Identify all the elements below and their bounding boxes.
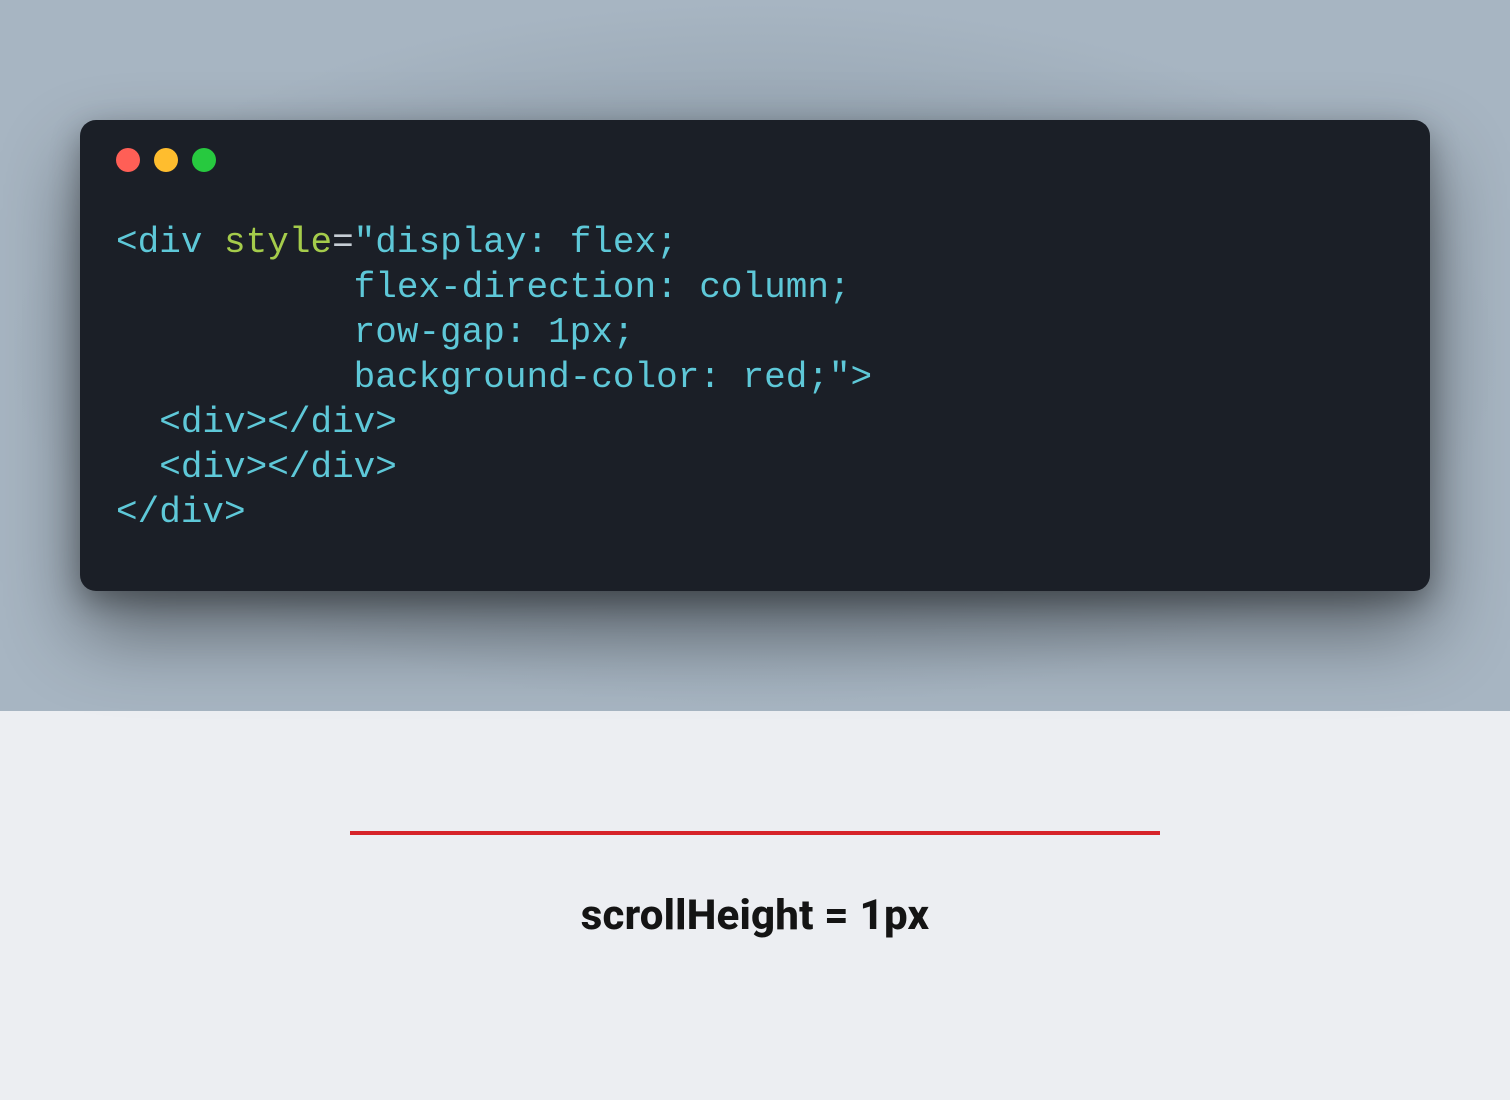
code-token: div bbox=[181, 447, 246, 488]
code-window: <div style="display: flex; flex-directio… bbox=[80, 120, 1430, 591]
code-token: </ bbox=[267, 447, 310, 488]
code-token: < bbox=[159, 447, 181, 488]
code-token bbox=[202, 222, 224, 263]
code-token: </ bbox=[267, 402, 310, 443]
code-token: < bbox=[159, 402, 181, 443]
code-token: flex-direction: column; bbox=[354, 267, 851, 308]
code-token: > bbox=[246, 402, 268, 443]
code-showcase-panel: <div style="display: flex; flex-directio… bbox=[0, 0, 1510, 711]
code-token: row-gap: 1px; bbox=[354, 312, 635, 353]
zoom-icon bbox=[192, 148, 216, 172]
code-token: > bbox=[851, 357, 873, 398]
close-icon bbox=[116, 148, 140, 172]
code-token: div bbox=[138, 222, 203, 263]
code-token: < bbox=[116, 222, 138, 263]
code-token: > bbox=[375, 402, 397, 443]
code-token: div bbox=[159, 492, 224, 533]
window-traffic-lights bbox=[116, 148, 1394, 172]
code-token: </ bbox=[116, 492, 159, 533]
code-token: div bbox=[310, 402, 375, 443]
minimize-icon bbox=[154, 148, 178, 172]
code-token: = bbox=[332, 222, 354, 263]
code-token: > bbox=[224, 492, 246, 533]
code-token: div bbox=[181, 402, 246, 443]
code-token: > bbox=[246, 447, 268, 488]
code-block: <div style="display: flex; flex-directio… bbox=[116, 220, 1394, 535]
code-token: background-color: red;" bbox=[354, 357, 851, 398]
code-token: style bbox=[224, 222, 332, 263]
caption-text: scrollHeight = 1px bbox=[0, 891, 1510, 940]
code-token: > bbox=[375, 447, 397, 488]
result-panel: scrollHeight = 1px bbox=[0, 711, 1510, 1100]
code-token: "display: flex; bbox=[354, 222, 678, 263]
rendered-output-line bbox=[350, 831, 1160, 835]
code-token: div bbox=[310, 447, 375, 488]
